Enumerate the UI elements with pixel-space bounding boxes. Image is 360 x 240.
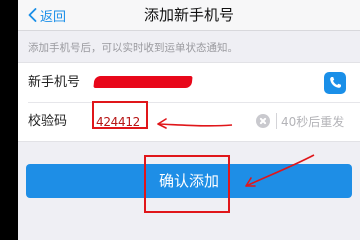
clear-icon[interactable] xyxy=(256,114,270,128)
screen: 返回 添加新手机号 添加手机号后，可以实时收到运单状态通知。 新手机号 校验码 … xyxy=(18,0,360,240)
vertical-divider xyxy=(276,113,277,129)
left-black-border xyxy=(0,0,18,240)
phone-row: 新手机号 xyxy=(18,63,360,102)
nav-bar: 返回 添加新手机号 xyxy=(18,0,360,31)
confirm-highlight-box xyxy=(144,155,230,213)
hint-text: 添加手机号后，可以实时收到运单状态通知。 xyxy=(28,42,238,54)
code-label: 校验码 xyxy=(28,114,68,129)
code-highlight-box xyxy=(92,101,148,129)
phone-form: 新手机号 校验码 424412 40秒后重发 xyxy=(18,62,360,142)
phone-icon xyxy=(330,77,341,88)
code-row: 校验码 424412 40秒后重发 xyxy=(18,102,360,141)
page-title: 添加新手机号 xyxy=(143,6,234,24)
phone-label: 新手机号 xyxy=(28,75,81,90)
resend-button[interactable]: 40秒后重发 xyxy=(281,113,344,131)
phone-field-redacted[interactable] xyxy=(93,76,193,88)
contacts-button[interactable] xyxy=(324,72,346,94)
